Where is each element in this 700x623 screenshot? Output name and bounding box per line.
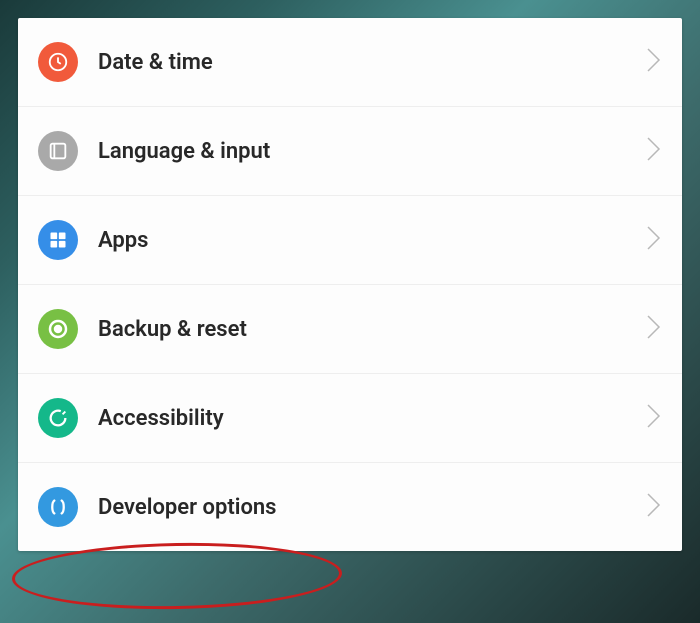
backup-icon [38,309,78,349]
chevron-right-icon [646,225,662,255]
chevron-right-icon [646,47,662,77]
accessibility-icon [38,398,78,438]
settings-item-apps[interactable]: Apps [18,196,682,285]
settings-item-date-time[interactable]: Date & time [18,18,682,107]
chevron-right-icon [646,136,662,166]
settings-item-label: Apps [98,228,646,253]
settings-item-language[interactable]: Language & input [18,107,682,196]
settings-item-label: Developer options [98,495,646,520]
keyboard-icon [38,131,78,171]
settings-item-label: Language & input [98,139,646,164]
chevron-right-icon [646,403,662,433]
settings-item-label: Accessibility [98,406,646,431]
settings-item-label: Date & time [98,50,646,75]
chevron-right-icon [646,492,662,522]
settings-item-backup[interactable]: Backup & reset [18,285,682,374]
settings-list: Date & time Language & input [18,18,682,551]
apps-icon [38,220,78,260]
clock-icon [38,42,78,82]
settings-item-label: Backup & reset [98,317,646,342]
chevron-right-icon [646,314,662,344]
developer-icon [38,487,78,527]
settings-item-accessibility[interactable]: Accessibility [18,374,682,463]
settings-item-developer[interactable]: Developer options [18,463,682,551]
